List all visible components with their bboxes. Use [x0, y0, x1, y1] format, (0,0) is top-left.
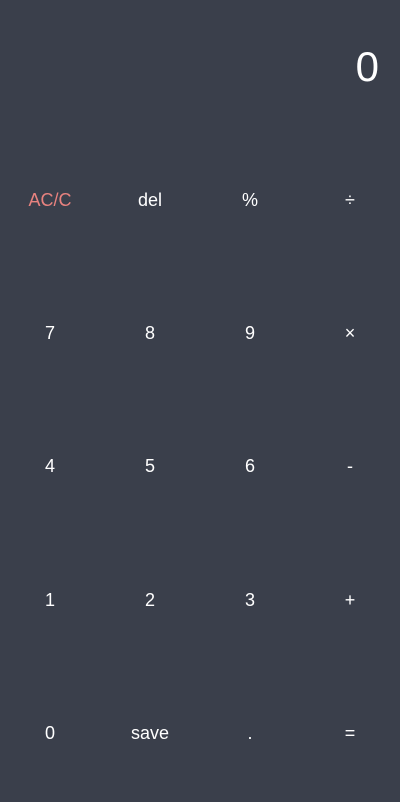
- save-button[interactable]: save: [100, 667, 200, 800]
- digit-6-button[interactable]: 6: [200, 400, 300, 533]
- clear-button[interactable]: AC/C: [0, 134, 100, 267]
- digit-8-button[interactable]: 8: [100, 267, 200, 400]
- display-area: 0: [0, 0, 400, 134]
- digit-4-button[interactable]: 4: [0, 400, 100, 533]
- equals-button[interactable]: =: [300, 667, 400, 800]
- percent-button[interactable]: %: [200, 134, 300, 267]
- keypad: AC/C del % ÷ 7 8 9 × 4 5 6 - 1 2 3 + 0 s…: [0, 134, 400, 800]
- add-button[interactable]: +: [300, 534, 400, 667]
- divide-button[interactable]: ÷: [300, 134, 400, 267]
- digit-2-button[interactable]: 2: [100, 534, 200, 667]
- display-value: 0: [355, 43, 379, 90]
- digit-3-button[interactable]: 3: [200, 534, 300, 667]
- digit-0-button[interactable]: 0: [0, 667, 100, 800]
- calculator: 0 AC/C del % ÷ 7 8 9 × 4 5 6 - 1 2 3 + 0…: [0, 0, 400, 802]
- multiply-button[interactable]: ×: [300, 267, 400, 400]
- digit-7-button[interactable]: 7: [0, 267, 100, 400]
- delete-button[interactable]: del: [100, 134, 200, 267]
- decimal-button[interactable]: .: [200, 667, 300, 800]
- digit-1-button[interactable]: 1: [0, 534, 100, 667]
- subtract-button[interactable]: -: [300, 400, 400, 533]
- digit-5-button[interactable]: 5: [100, 400, 200, 533]
- digit-9-button[interactable]: 9: [200, 267, 300, 400]
